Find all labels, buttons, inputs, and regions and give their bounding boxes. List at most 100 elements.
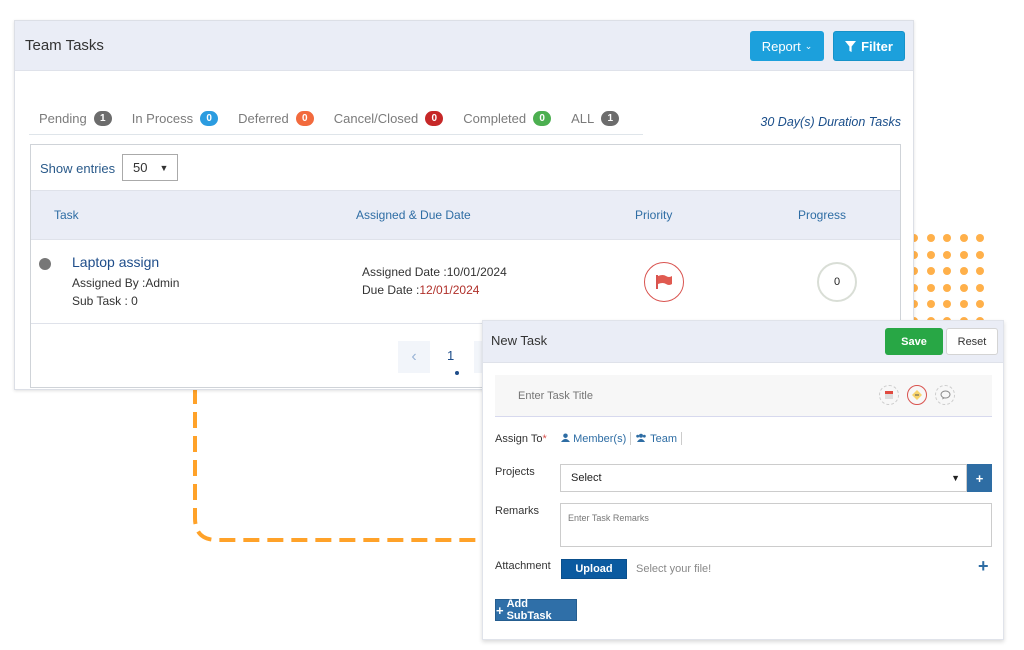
entries-value: 50 [133,160,148,175]
tab-pending[interactable]: Pending 1 [39,109,112,127]
user-icon [561,432,570,442]
sub-task-count: Sub Task : 0 [72,294,138,308]
table-header: Task Assigned & Due Date Priority Progre… [31,190,900,240]
tab-label: Completed [463,110,527,126]
decorative-dot [943,283,951,292]
priority-icon[interactable] [907,385,927,405]
page-title: Team Tasks [25,37,104,54]
tab-completed[interactable]: Completed 0 [463,109,552,127]
decorative-dot [976,300,984,308]
show-entries-label: Show entries [40,161,116,176]
assigned-by: Assigned By :Admin [72,276,180,290]
decorative-dot [943,234,951,242]
tab-label: Pending [39,110,87,126]
required-mark: * [542,433,547,445]
upload-button[interactable]: Upload [561,559,627,579]
due-date: Due Date :12/01/2024 [362,283,479,297]
column-header-dates[interactable]: Assigned & Due Date [356,208,471,222]
reset-button[interactable]: Reset [946,328,998,355]
comment-icon[interactable] [935,385,955,405]
decorative-dot [959,267,968,275]
assign-to-text: Assign To [495,433,543,445]
new-task-header: New Task Save Reset [483,321,1003,363]
attachment-label: Attachment [495,560,551,572]
filter-button[interactable]: Filter [833,31,905,61]
decorative-dot [976,234,984,242]
tab-all[interactable]: ALL 1 [571,109,620,127]
tab-label: In Process [131,110,194,126]
remarks-label: Remarks [495,505,540,517]
count-badge: 0 [425,110,444,126]
column-header-task[interactable]: Task [54,208,79,222]
save-button[interactable]: Save [885,328,943,355]
report-button[interactable]: Report ⌄ [750,31,824,61]
count-badge: 1 [601,110,620,126]
status-tabs: Pending 1 In Process 0 Deferred 0 Cancel… [29,109,643,135]
decorative-dot [926,267,935,275]
members-label: Member(s) [573,432,627,445]
decorative-dot [976,283,984,292]
remarks-textarea[interactable]: Enter Task Remarks [560,503,992,547]
decorative-dot [926,283,935,292]
due-date-label: Due Date : [362,283,420,297]
entries-select[interactable]: 50 ▼ [122,154,178,181]
file-hint: Select your file! [636,563,712,575]
due-date-value: 12/01/2024 [419,283,480,297]
filter-icon [845,40,857,52]
decorative-dot [959,283,968,292]
flag-icon [656,275,672,289]
progress-indicator: 0 [817,262,857,302]
add-attachment-icon[interactable]: + [978,556,989,577]
tab-in-process[interactable]: In Process 0 [131,109,219,127]
members-link[interactable]: Member(s) [561,433,626,445]
divider [681,432,682,445]
projects-label: Projects [495,466,535,478]
filter-button-label: Filter [861,38,893,54]
team-link[interactable]: Team [635,433,677,445]
dashed-connector [193,388,485,542]
team-label: Team [650,432,677,445]
column-header-progress[interactable]: Progress [798,208,846,222]
add-project-button[interactable]: + [967,464,992,492]
add-subtask-label: Add SubTask [506,598,552,622]
tab-deferred[interactable]: Deferred 0 [238,109,314,127]
duration-label: 30 Day(s) Duration Tasks [760,115,901,129]
decorative-dot [943,300,951,308]
tab-label: ALL [571,110,595,126]
tab-label: Deferred [238,110,289,126]
active-page-indicator [455,371,459,375]
users-icon [636,433,647,442]
column-header-priority[interactable]: Priority [635,208,672,222]
count-badge: 0 [200,110,219,126]
decorative-dot [943,267,951,275]
chevron-down-icon: ▼ [951,473,960,483]
count-badge: 1 [93,110,112,126]
projects-value: Select [571,472,602,484]
decorative-dot [926,300,935,308]
chevron-down-icon: ⌄ [804,40,813,51]
decorative-dot [976,250,984,259]
tab-cancel-closed[interactable]: Cancel/Closed 0 [334,109,444,127]
task-name-link[interactable]: Laptop assign [72,254,159,270]
chevron-down-icon: ▼ [159,162,169,173]
assign-options: Member(s) Team [561,432,682,445]
decorative-dot-grid [910,234,990,325]
panel-header: Team Tasks Report ⌄ Filter [15,21,913,71]
decorative-dot [959,234,968,242]
add-subtask-button[interactable]: + Add SubTask [495,598,577,622]
projects-select[interactable]: Select ▼ [560,464,967,492]
decorative-dot [926,234,935,242]
plus-icon: + [496,602,504,618]
pagination-prev-button[interactable]: ‹ [398,341,430,373]
new-task-panel: New Task Save Reset Assign To* Member(s)… [482,320,1004,640]
plus-icon: + [975,470,984,486]
new-task-title: New Task [491,333,548,348]
table-row: Laptop assign Assigned By :Admin Sub Tas… [31,240,900,324]
title-actions [879,385,955,405]
report-button-label: Report [761,38,801,54]
calendar-icon[interactable] [879,385,899,405]
count-badge: 0 [533,110,552,126]
pagination-page-1[interactable]: 1 [447,348,454,363]
priority-indicator[interactable] [644,262,684,302]
decorative-dot [959,300,968,308]
